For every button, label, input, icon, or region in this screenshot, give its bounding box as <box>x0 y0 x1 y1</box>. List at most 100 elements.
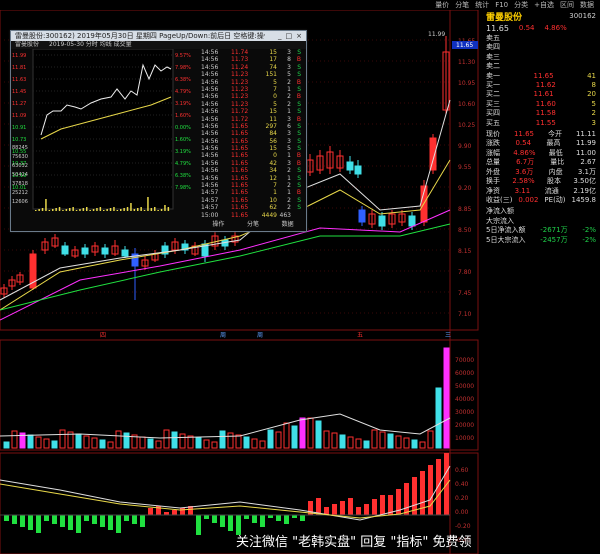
popup-title: 雷曼股份:300162) 2019年05月30日 星期四 PageUp/Down… <box>15 32 265 40</box>
popup-footer-tab[interactable]: 操作 <box>212 219 224 229</box>
tick-direction: S <box>297 49 301 56</box>
menu-item[interactable]: 数据 <box>580 0 594 10</box>
volume-bar <box>27 434 34 449</box>
menu-item[interactable]: F10 <box>495 0 508 10</box>
menu-item[interactable]: 分类 <box>514 0 528 10</box>
menu-item[interactable]: 统计 <box>475 0 489 10</box>
popup-y-label: 11.63 <box>12 77 26 83</box>
popup-y-label: 11.81 <box>12 65 26 71</box>
tick-time: 14:56 <box>201 174 219 182</box>
tick-time: 14:56 <box>201 49 219 56</box>
quote-panel: 雷曼股份 300162 11.65 0.54 4.86% 卖五 卖四 卖三 卖二 卖一 1… <box>482 10 600 250</box>
popup-footer-tabs[interactable]: 操作 分笔 数据 <box>201 219 305 229</box>
minimize-icon[interactable]: _ <box>278 31 282 41</box>
popup-volume-bar <box>79 209 81 211</box>
tick-volume: 74 <box>269 63 277 71</box>
tick-direction: B <box>296 78 301 86</box>
menu-item[interactable]: 量价 <box>435 0 449 10</box>
popup-volume-bar <box>86 207 88 211</box>
popup-volume-bar <box>45 199 47 211</box>
popup-volume-bar <box>41 208 44 211</box>
menu-item[interactable]: 区间 <box>560 0 574 10</box>
tick-count: 2 <box>287 182 291 190</box>
popup-titlebar[interactable]: 雷曼股份:300162) 2019年05月30日 星期四 PageUp/Down… <box>11 31 306 41</box>
tick-volume: 15 <box>269 108 277 116</box>
volume-bar <box>163 429 170 449</box>
intraday-popup-window[interactable]: 雷曼股份:300162) 2019年05月30日 星期四 PageUp/Down… <box>10 30 307 232</box>
tick-row: 14:56 11.73 17 8 B <box>201 56 305 63</box>
tick-price: 11.23 <box>231 93 249 101</box>
maximize-icon[interactable]: □ <box>286 31 293 41</box>
popup-vol-label: 63032 <box>12 163 28 169</box>
order-label: 买二 <box>486 90 500 99</box>
menu-item[interactable]: +自选 <box>534 0 554 10</box>
stat-row: 涨幅 4.86% 最低 11.00 <box>482 149 600 158</box>
tick-direction: S <box>297 167 301 175</box>
tick-price: 11.65 <box>231 159 249 167</box>
macd-bar <box>36 515 41 533</box>
popup-volume-bar <box>113 207 115 211</box>
macd-bar <box>196 515 201 535</box>
tick-count: 463 <box>279 211 291 219</box>
volume-bar <box>195 437 202 449</box>
popup-volume-bar <box>130 203 132 211</box>
order-volume: 3 <box>591 118 596 127</box>
macd-bar <box>228 515 233 531</box>
macd-bar <box>252 515 257 523</box>
macd-bar <box>148 508 153 515</box>
tick-time: 15:00 <box>201 211 219 219</box>
tick-time: 14:56 <box>201 56 219 64</box>
tick-list[interactable]: 14:56 11.74 15 3 S 14:56 11.73 17 8 B 14:56 11.24 74… <box>201 49 305 219</box>
macd-bar <box>380 495 385 515</box>
close-icon[interactable]: × <box>296 31 302 41</box>
stock-code: 300162 <box>569 12 596 20</box>
tick-direction: S <box>297 108 301 116</box>
price-axis-label: 10.60 <box>458 101 475 108</box>
macd-bar <box>60 515 65 527</box>
event-marker: 周 <box>220 332 226 339</box>
volume-axis-label: 70000 <box>455 357 474 364</box>
order-price: 11.60 <box>535 99 556 108</box>
tick-price: 11.72 <box>231 108 249 116</box>
volume-bar <box>315 420 322 449</box>
volume-bar <box>3 441 10 449</box>
volume-bar <box>75 433 82 449</box>
popup-y-label: 11.45 <box>12 89 26 95</box>
price-tag-label: 11.65 <box>456 42 473 49</box>
macd-bar <box>140 515 145 527</box>
stat-label: 涨跌 <box>486 139 500 148</box>
price-axis-label: 9.20 <box>458 185 472 192</box>
tick-time: 14:56 <box>201 182 219 190</box>
volume-bar <box>59 429 66 449</box>
macd-bar <box>436 459 441 515</box>
stat-value: 11.65 <box>513 130 535 139</box>
price-change-pct: 4.86% <box>544 24 567 32</box>
order-price: 11.62 <box>535 81 556 90</box>
popup-footer-tab[interactable]: 分笔 <box>247 219 259 229</box>
popup-volume-bar <box>92 209 95 211</box>
intraday-chart[interactable]: 11.99 9.57% 11.81 7.98% 11.63 6.38% 11.45 4.79%… <box>11 49 201 231</box>
volume-bar <box>259 440 266 449</box>
flow-value: -2457万 <box>540 235 568 244</box>
popup-volume-bar <box>62 210 64 211</box>
popup-y-label: 11.09 <box>12 113 26 119</box>
volume-axis-label: 40000 <box>455 396 474 403</box>
popup-volume-bar <box>154 207 156 211</box>
candle-body <box>61 245 69 255</box>
stat-row: 净资 3.11 流通 2.19亿 <box>482 187 600 196</box>
price-high-label: 11.99 <box>428 31 445 38</box>
tick-row: 14:56 11.72 11 3 B <box>201 116 305 123</box>
volume-bar <box>155 440 162 449</box>
popup-vol-label: 37818 <box>12 181 28 187</box>
macd-bar <box>172 510 177 515</box>
tick-count: 3 <box>287 49 291 56</box>
popup-footer-tab[interactable]: 数据 <box>282 219 294 229</box>
order-row: 买五 11.55 3 <box>482 119 600 128</box>
popup-volume-bar <box>82 208 85 211</box>
volume-bar <box>443 347 450 449</box>
popup-subheader: 雷曼股份 2019-05-30 分时 均线 成交量 <box>11 41 306 49</box>
flow-label: 大宗流入 <box>486 216 514 225</box>
menu-item[interactable]: 分笔 <box>455 0 469 10</box>
tick-time: 14:56 <box>201 152 219 160</box>
volume-bar <box>51 440 58 449</box>
